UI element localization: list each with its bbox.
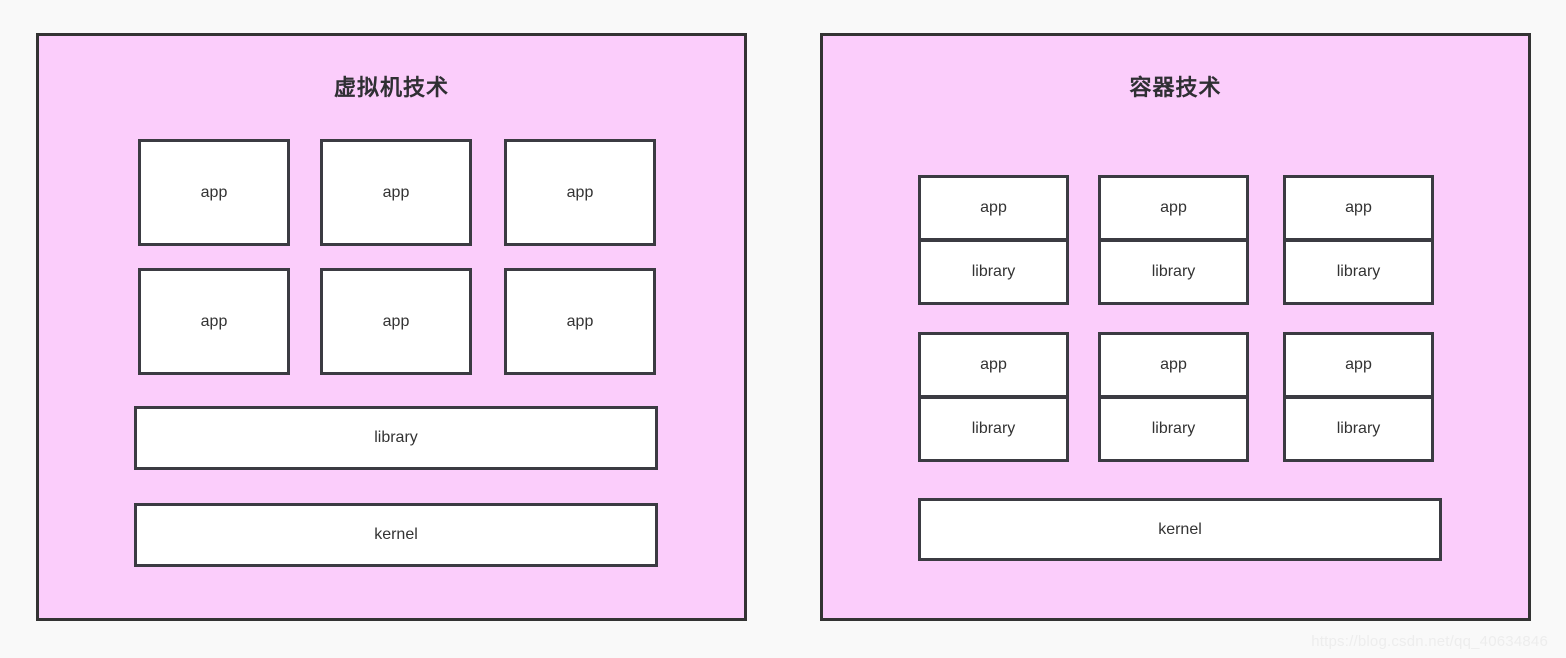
panel-container-technology: 容器技术 app library app library app library…: [820, 33, 1531, 621]
container-unit: app library: [1098, 175, 1249, 305]
container-unit: app library: [918, 175, 1069, 305]
container-unit: app library: [1283, 332, 1434, 462]
diagram-canvas: 虚拟机技术 app app app app app app library ke…: [0, 0, 1566, 658]
watermark-text: https://blog.csdn.net/qq_40634846: [1311, 633, 1548, 650]
container-app-box: app: [918, 332, 1069, 398]
panel-virtual-machine: 虚拟机技术 app app app app app app library ke…: [36, 33, 747, 621]
container-library-box: library: [1098, 396, 1249, 462]
vm-app-box: app: [138, 139, 290, 246]
vm-kernel-box: kernel: [134, 503, 658, 567]
container-unit: app library: [918, 332, 1069, 462]
container-library-box: library: [918, 239, 1069, 305]
container-app-box: app: [1283, 175, 1434, 241]
vm-app-box: app: [504, 268, 656, 375]
container-unit: app library: [1098, 332, 1249, 462]
container-app-box: app: [1098, 175, 1249, 241]
vm-app-box: app: [504, 139, 656, 246]
container-kernel-box: kernel: [918, 498, 1442, 561]
container-library-box: library: [918, 396, 1069, 462]
vm-app-box: app: [320, 268, 472, 375]
panel-container-title: 容器技术: [1129, 75, 1222, 100]
container-app-box: app: [1283, 332, 1434, 398]
vm-library-box: library: [134, 406, 658, 470]
container-app-box: app: [918, 175, 1069, 241]
container-library-box: library: [1098, 239, 1249, 305]
container-unit: app library: [1283, 175, 1434, 305]
panel-virtual-machine-title: 虚拟机技术: [333, 75, 449, 100]
vm-app-box: app: [138, 268, 290, 375]
container-library-box: library: [1283, 239, 1434, 305]
container-library-box: library: [1283, 396, 1434, 462]
vm-app-box: app: [320, 139, 472, 246]
container-app-box: app: [1098, 332, 1249, 398]
